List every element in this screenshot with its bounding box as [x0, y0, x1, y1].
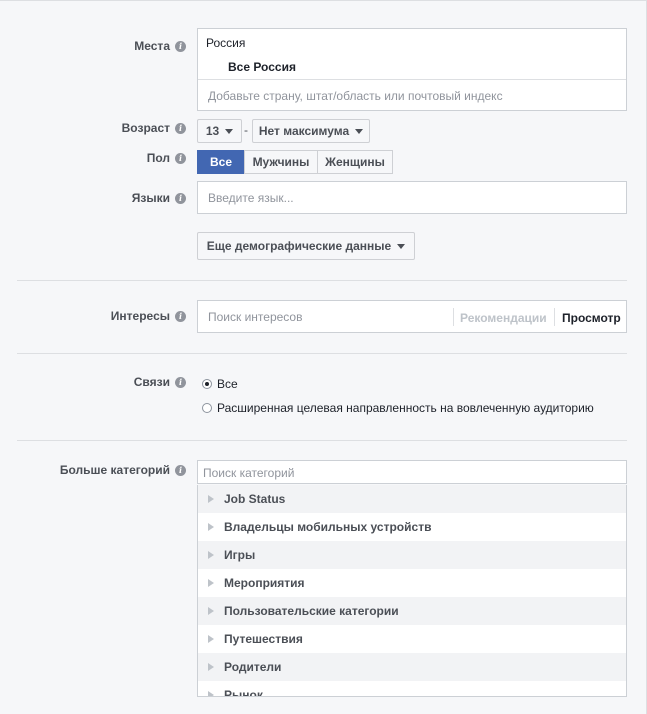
- caret-down-icon: [397, 243, 406, 249]
- age-label: Возраст i: [122, 121, 186, 135]
- section-divider: [17, 440, 627, 441]
- list-item[interactable]: Мероприятия: [198, 569, 626, 597]
- gender-all-button[interactable]: Все: [197, 150, 245, 174]
- places-country: Россия: [206, 36, 246, 50]
- section-divider: [17, 280, 627, 281]
- interests-separator: [453, 308, 454, 326]
- info-icon[interactable]: i: [175, 122, 186, 134]
- places-selected-item[interactable]: Все Россия: [228, 60, 296, 74]
- more-categories-label: Больше категорий i: [60, 463, 186, 477]
- info-icon[interactable]: i: [175, 310, 186, 322]
- list-item[interactable]: Путешествия: [198, 625, 626, 653]
- list-item[interactable]: Владельцы мобильных устройств: [198, 513, 626, 541]
- places-input[interactable]: Добавьте страну, штат/область или почтов…: [208, 89, 503, 103]
- age-max-dropdown[interactable]: Нет максимума: [252, 119, 370, 143]
- expand-triangle-icon[interactable]: [208, 551, 214, 559]
- expand-triangle-icon[interactable]: [208, 579, 214, 587]
- info-icon[interactable]: i: [175, 152, 186, 164]
- expand-triangle-icon[interactable]: [208, 495, 214, 503]
- gender-men-button[interactable]: Мужчины: [244, 150, 318, 174]
- interests-box: Поиск интересов Рекомендации Просмотр: [197, 300, 627, 333]
- places-label: Места i: [134, 39, 186, 53]
- expand-triangle-icon[interactable]: [208, 523, 214, 531]
- age-separator: -: [244, 123, 248, 137]
- places-separator: [198, 79, 626, 80]
- browse-link[interactable]: Просмотр: [562, 311, 621, 325]
- expand-triangle-icon[interactable]: [208, 663, 214, 671]
- places-box[interactable]: Россия Все Россия Добавьте страну, штат/…: [197, 28, 627, 111]
- radio-button[interactable]: [202, 403, 212, 413]
- interests-label: Интересы i: [111, 309, 186, 323]
- languages-label: Языки i: [132, 191, 186, 205]
- recommendations-link[interactable]: Рекомендации: [460, 311, 547, 325]
- info-icon[interactable]: i: [175, 464, 186, 476]
- languages-input[interactable]: Введите язык...: [197, 181, 627, 214]
- more-demographics-button[interactable]: Еще демографические данные: [197, 232, 415, 260]
- interests-separator: [554, 308, 555, 326]
- info-icon[interactable]: i: [175, 40, 186, 52]
- info-icon[interactable]: i: [175, 376, 186, 388]
- categories-list[interactable]: Job Status Владельцы мобильных устройств…: [197, 485, 627, 697]
- caret-down-icon: [355, 128, 364, 134]
- section-divider: [17, 353, 627, 354]
- caret-down-icon: [225, 128, 234, 134]
- expand-triangle-icon[interactable]: [208, 635, 214, 643]
- age-min-dropdown[interactable]: 13: [197, 119, 242, 143]
- connections-radio-expanded[interactable]: Расширенная целевая направленность на во…: [202, 401, 594, 415]
- top-border: [0, 0, 647, 1]
- expand-triangle-icon[interactable]: [208, 691, 214, 696]
- list-item[interactable]: Игры: [198, 541, 626, 569]
- list-item[interactable]: Рынок: [198, 681, 626, 696]
- gender-segmented-control: Все Мужчины Женщины: [197, 150, 393, 174]
- connections-radio-all[interactable]: Все: [202, 377, 238, 391]
- gender-women-button[interactable]: Женщины: [317, 150, 393, 174]
- list-item[interactable]: Родители: [198, 653, 626, 681]
- interests-input[interactable]: Поиск интересов: [208, 310, 302, 324]
- connections-label: Связи i: [134, 375, 186, 389]
- categories-search-input[interactable]: Поиск категорий: [197, 460, 627, 484]
- list-item[interactable]: Пользовательские категории: [198, 597, 626, 625]
- list-item[interactable]: Job Status: [198, 485, 626, 513]
- gender-label: Пол i: [147, 151, 186, 165]
- expand-triangle-icon[interactable]: [208, 607, 214, 615]
- info-icon[interactable]: i: [175, 192, 186, 204]
- radio-button[interactable]: [202, 379, 212, 389]
